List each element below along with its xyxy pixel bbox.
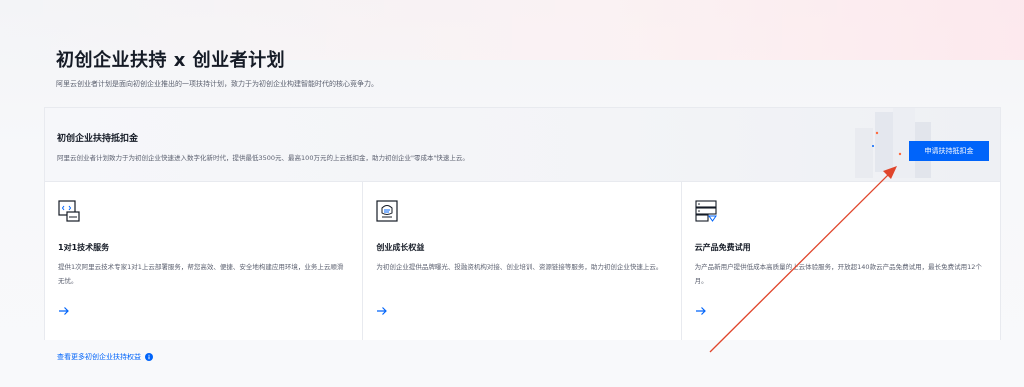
card-description: 提供1次阿里云技术专家1对1上云部署服务，帮您高效、便捷、安全地构建应用环境，业… [58,263,344,285]
more-benefits-link[interactable]: 查看更多初创企业扶持权益 [57,352,153,362]
growth-badge-icon [376,200,398,222]
card-description: 为初创企业提供品牌曝光、投融资机构对接、创业培训、资源链接等服务，助力初创企业快… [376,263,663,271]
arrow-right-icon[interactable] [58,306,70,316]
card-title: 1对1技术服务 [58,243,110,252]
more-benefits-label: 查看更多初创企业扶持权益 [57,353,141,361]
subsidy-banner: 初创企业扶持抵扣金 阿里云创业者计划致力于为初创企业快速进入数字化新时代，提供最… [45,108,1000,182]
apply-subsidy-button[interactable]: 申请扶持抵扣金 [909,141,989,161]
info-icon [145,353,153,361]
card-title: 云产品免费试用 [694,243,751,252]
benefits-panel: 初创企业扶持抵扣金 阿里云创业者计划致力于为初创企业快速进入数字化新时代，提供最… [44,107,1001,340]
card-description: 为产品新用户提供低成本高质量的上云体验服务，开放超140款云产品免费试用，最长免… [694,263,982,285]
benefit-card-growth[interactable]: 创业成长权益 为初创企业提供品牌曝光、投融资机构对接、创业培训、资源链接等服务，… [363,182,682,340]
card-title: 创业成长权益 [376,243,425,252]
banner-description: 阿里云创业者计划致力于为初创企业快速进入数字化新时代，提供最低3500元、最高1… [57,154,469,162]
banner-title: 初创企业扶持抵扣金 [57,134,139,144]
page-description: 阿里云创业者计划是面向初创企业推出的一项扶持计划，致力于为初创企业构建智能时代的… [56,80,378,88]
benefit-cards: 1对1技术服务 提供1次阿里云技术专家1对1上云部署服务，帮您高效、便捷、安全地… [45,182,1000,340]
page-title: 初创企业扶持 x 创业者计划 [56,50,286,71]
benefit-card-tech-service[interactable]: 1对1技术服务 提供1次阿里云技术专家1对1上云部署服务，帮您高效、便捷、安全地… [45,182,364,340]
benefit-card-free-trial[interactable]: 云产品免费试用 为产品新用户提供低成本高质量的上云体验服务，开放超140款云产品… [681,182,1000,340]
cloud-product-icon [695,200,717,222]
arrow-right-icon[interactable] [376,306,388,316]
code-window-icon [58,200,80,222]
arrow-right-icon[interactable] [695,306,707,316]
